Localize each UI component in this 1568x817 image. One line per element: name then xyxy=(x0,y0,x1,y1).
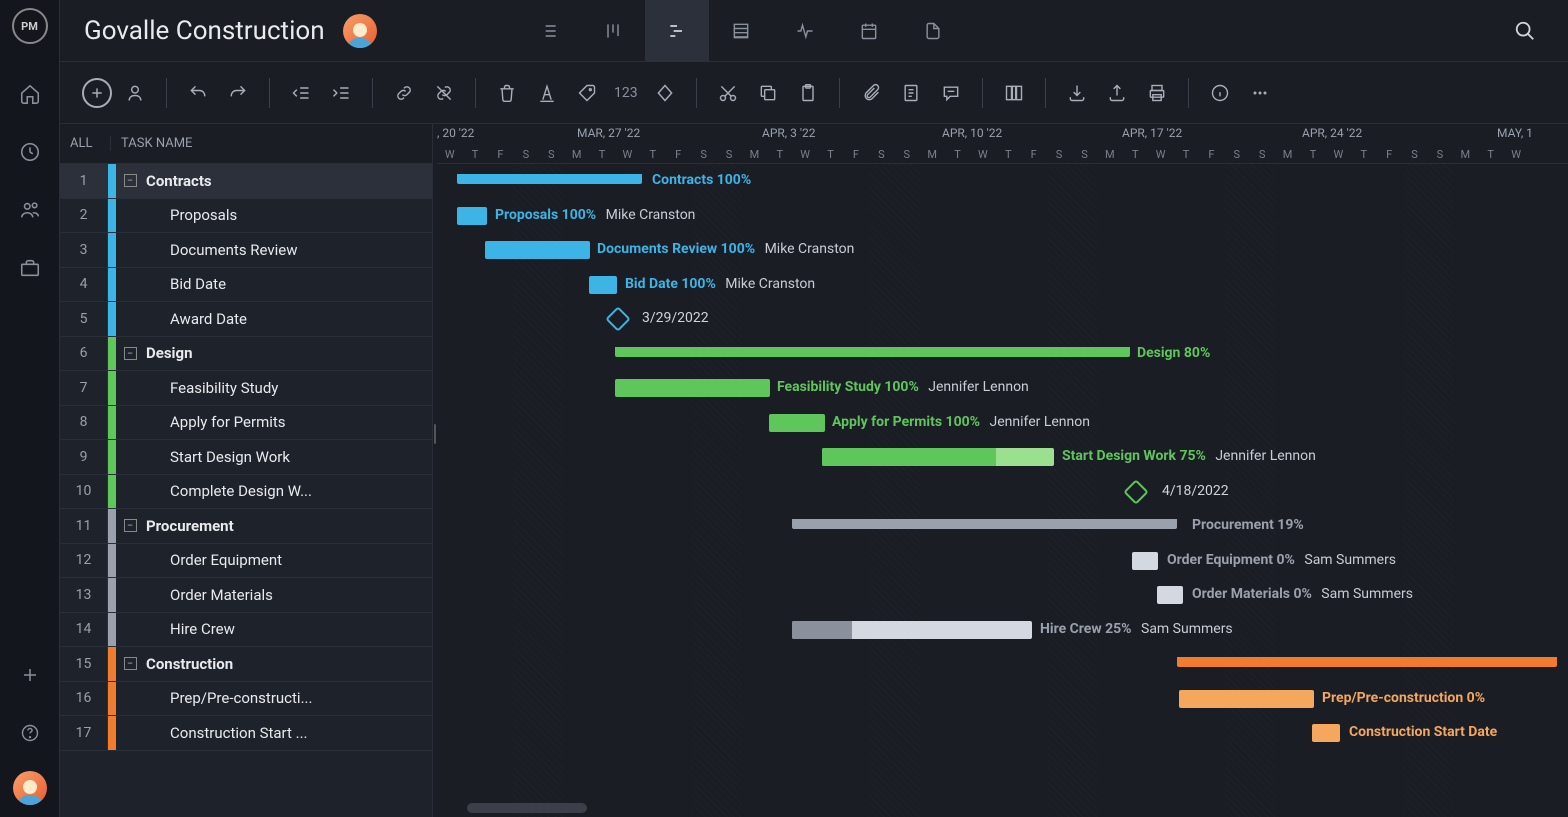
tag-button[interactable] xyxy=(570,76,604,110)
export-button[interactable] xyxy=(1100,76,1134,110)
task-row[interactable]: 16Prep/Pre-constructi... xyxy=(60,682,432,717)
attach-button[interactable] xyxy=(854,76,888,110)
task-header: ALL TASK NAME xyxy=(60,124,432,164)
project-title: Govalle Construction xyxy=(84,16,325,46)
assign-button[interactable] xyxy=(118,76,152,110)
undo-button[interactable] xyxy=(181,76,215,110)
nav-work-icon[interactable] xyxy=(10,248,50,288)
more-button[interactable] xyxy=(1243,76,1277,110)
unlink-button[interactable] xyxy=(427,76,461,110)
task-row[interactable]: 12Order Equipment xyxy=(60,544,432,579)
task-panel: ALL TASK NAME 1−Contracts2Proposals3Docu… xyxy=(60,124,433,817)
search-icon[interactable] xyxy=(1506,12,1544,50)
tab-board[interactable] xyxy=(581,0,645,62)
task-row[interactable]: 3Documents Review xyxy=(60,233,432,268)
font-button[interactable] xyxy=(530,76,564,110)
col-all[interactable]: ALL xyxy=(70,136,110,151)
info-button[interactable] xyxy=(1203,76,1237,110)
delete-button[interactable] xyxy=(490,76,524,110)
print-button[interactable] xyxy=(1140,76,1174,110)
notes-button[interactable] xyxy=(894,76,928,110)
task-row[interactable]: 9Start Design Work xyxy=(60,440,432,475)
task-rows: 1−Contracts2Proposals3Documents Review4B… xyxy=(60,164,432,817)
task-row[interactable]: 7Feasibility Study xyxy=(60,371,432,406)
task-row[interactable]: 13Order Materials xyxy=(60,578,432,613)
gantt-body[interactable]: Contracts 100%Proposals 100% Mike Cranst… xyxy=(437,164,1568,817)
task-row[interactable]: 15−Construction xyxy=(60,647,432,682)
link-button[interactable] xyxy=(387,76,421,110)
add-task-button[interactable] xyxy=(82,78,112,108)
view-tabs xyxy=(517,0,965,62)
comment-button[interactable] xyxy=(934,76,968,110)
task-row[interactable]: 6−Design xyxy=(60,337,432,372)
indent-button[interactable] xyxy=(324,76,358,110)
task-row[interactable]: 8Apply for Permits xyxy=(60,406,432,441)
topbar: Govalle Construction xyxy=(60,0,1568,62)
task-row[interactable]: 11−Procurement xyxy=(60,509,432,544)
task-row[interactable]: 14Hire Crew xyxy=(60,613,432,648)
toolbar: 123 xyxy=(60,62,1568,124)
redo-button[interactable] xyxy=(221,76,255,110)
user-avatar[interactable] xyxy=(13,771,47,805)
tab-gantt[interactable] xyxy=(645,0,709,62)
task-row[interactable]: 1−Contracts xyxy=(60,164,432,199)
task-row[interactable]: 2Proposals xyxy=(60,199,432,234)
nav-help-icon[interactable] xyxy=(10,713,50,753)
tab-activity[interactable] xyxy=(773,0,837,62)
tab-calendar[interactable] xyxy=(837,0,901,62)
nav-recent-icon[interactable] xyxy=(10,132,50,172)
milestone-button[interactable] xyxy=(648,76,682,110)
horizontal-scrollbar[interactable] xyxy=(467,803,587,813)
project-avatar[interactable] xyxy=(343,14,377,48)
nav-home-icon[interactable] xyxy=(10,74,50,114)
nav-team-icon[interactable] xyxy=(10,190,50,230)
cut-button[interactable] xyxy=(711,76,745,110)
app-logo[interactable]: PM xyxy=(12,8,48,44)
tab-list[interactable] xyxy=(517,0,581,62)
outdent-button[interactable] xyxy=(284,76,318,110)
tab-sheet[interactable] xyxy=(709,0,773,62)
gantt-header: , 20 '22MAR, 27 '22APR, 3 '22APR, 10 '22… xyxy=(437,124,1568,164)
task-row[interactable]: 5Award Date xyxy=(60,302,432,337)
paste-button[interactable] xyxy=(791,76,825,110)
tab-files[interactable] xyxy=(901,0,965,62)
columns-button[interactable] xyxy=(997,76,1031,110)
toolbar-number: 123 xyxy=(610,85,642,101)
nav-add-icon[interactable] xyxy=(10,655,50,695)
task-row[interactable]: 17Construction Start ... xyxy=(60,716,432,751)
left-rail: PM xyxy=(0,0,60,817)
import-button[interactable] xyxy=(1060,76,1094,110)
gantt-chart: , 20 '22MAR, 27 '22APR, 3 '22APR, 10 '22… xyxy=(437,124,1568,817)
task-row[interactable]: 10Complete Design W... xyxy=(60,475,432,510)
task-row[interactable]: 4Bid Date xyxy=(60,268,432,303)
copy-button[interactable] xyxy=(751,76,785,110)
col-task-name[interactable]: TASK NAME xyxy=(110,136,422,151)
